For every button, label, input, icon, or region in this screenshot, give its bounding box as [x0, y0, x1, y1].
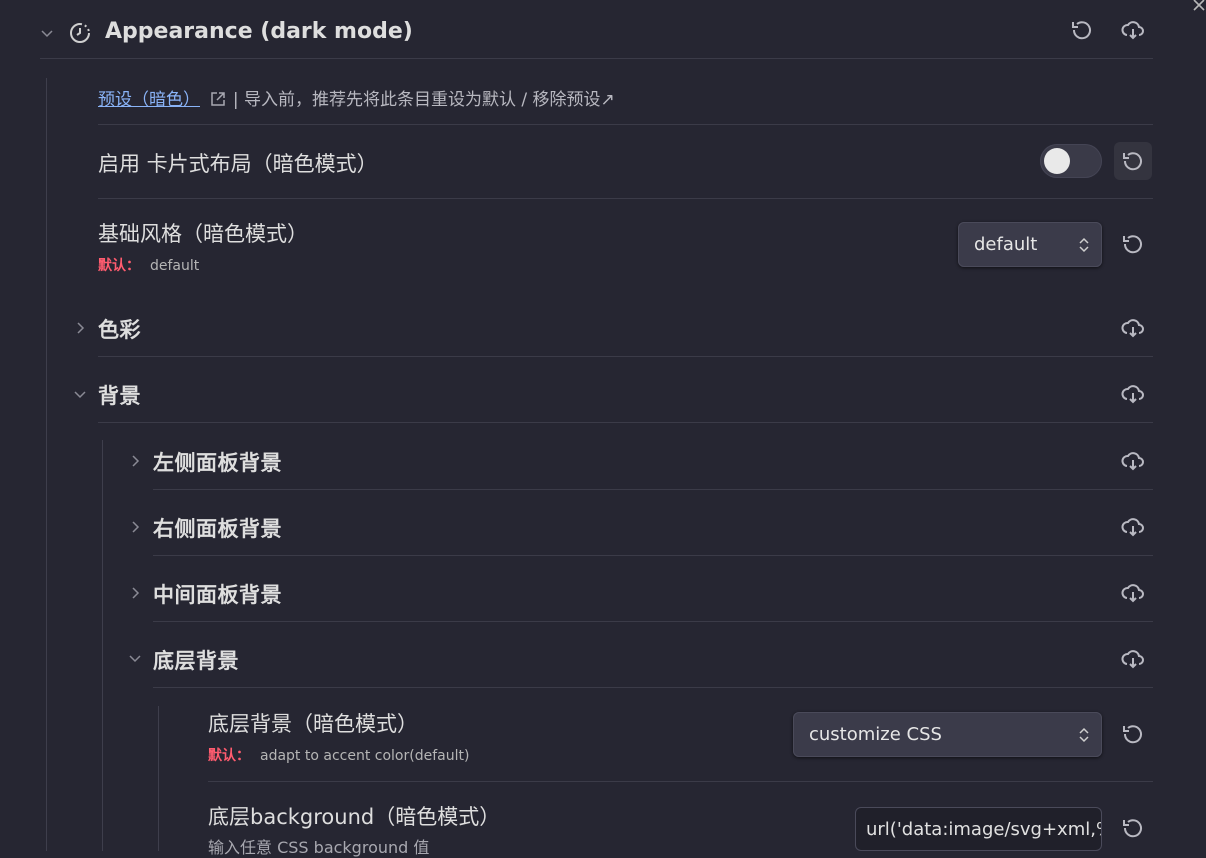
section-color[interactable]: 色彩 — [98, 314, 141, 344]
default-label: 默认： — [208, 748, 250, 764]
chevron-right-icon[interactable] — [73, 321, 87, 335]
presets-link[interactable]: 预设（暗色） — [98, 90, 200, 110]
bottom-bg-label: 底层背景（暗色模式） — [208, 712, 418, 736]
chevron-right-icon[interactable] — [128, 454, 142, 468]
divider — [153, 621, 1153, 622]
divider — [98, 198, 1153, 199]
cloud-download-icon[interactable] — [1117, 511, 1149, 543]
section-right-panel-bg[interactable]: 右侧面板背景 — [153, 513, 282, 543]
reset-icon[interactable] — [1114, 142, 1152, 180]
section-bottom-bg[interactable]: 底层背景 — [153, 645, 239, 675]
reset-icon[interactable] — [1117, 812, 1149, 844]
divider — [40, 58, 1153, 59]
base-style-select[interactable]: default — [958, 222, 1102, 267]
divider — [98, 422, 1153, 423]
external-link-icon — [211, 92, 226, 106]
base-style-label: 基础风格（暗色模式） — [98, 222, 308, 246]
divider — [98, 356, 1153, 357]
cloud-download-icon[interactable] — [1117, 577, 1149, 609]
section-background[interactable]: 背景 — [98, 380, 141, 410]
cloud-download-icon[interactable] — [1117, 14, 1149, 46]
toggle-knob — [1044, 148, 1070, 174]
close-icon[interactable] — [1192, 0, 1206, 14]
default-value: adapt to accent color(default) — [260, 748, 470, 764]
cloud-download-icon[interactable] — [1117, 312, 1149, 344]
divider — [208, 781, 1153, 782]
card-layout-label: 启用 卡片式布局（暗色模式） — [98, 152, 378, 176]
indent-guide — [158, 706, 159, 851]
divider — [153, 489, 1153, 490]
section-title: Appearance (dark mode) — [105, 19, 413, 44]
divider — [98, 124, 1153, 125]
cloud-download-icon[interactable] — [1117, 643, 1149, 675]
reset-icon[interactable] — [1066, 14, 1098, 46]
cloud-download-icon[interactable] — [1117, 445, 1149, 477]
reset-icon[interactable] — [1117, 718, 1149, 750]
card-layout-toggle[interactable] — [1040, 144, 1102, 178]
base-style-default: 默认： default — [98, 255, 199, 275]
section-middle-panel-bg[interactable]: 中间面板背景 — [153, 579, 282, 609]
chevron-down-icon[interactable] — [128, 652, 142, 666]
divider — [153, 555, 1153, 556]
bottom-bg-default: 默认： adapt to accent color(default) — [208, 745, 469, 765]
chevron-right-icon[interactable] — [128, 586, 142, 600]
indent-guide — [102, 440, 103, 851]
select-arrows-icon — [1079, 727, 1089, 742]
default-label: 默认： — [98, 258, 140, 274]
chevron-down-icon[interactable] — [73, 388, 87, 402]
theme-icon — [70, 23, 90, 43]
presets-description: | 导入前，推荐先将此条目重设为默认 / 移除预设↗ — [232, 90, 615, 110]
reset-icon[interactable] — [1117, 228, 1149, 260]
select-value: default — [974, 234, 1038, 255]
select-arrows-icon — [1079, 237, 1089, 252]
divider — [153, 687, 1153, 688]
input-value: url('data:image/svg+xml,% — [866, 818, 1102, 840]
presets-row: 预设（暗色） | 导入前，推荐先将此条目重设为默认 / 移除预设↗ — [98, 85, 615, 110]
cloud-download-icon[interactable] — [1117, 378, 1149, 410]
chevron-right-icon[interactable] — [128, 520, 142, 534]
bottom-bg-css-description: 输入任意 CSS background 值 — [208, 838, 430, 857]
bottom-bg-select[interactable]: customize CSS — [793, 712, 1102, 757]
indent-guide — [46, 78, 47, 851]
section-left-panel-bg[interactable]: 左侧面板背景 — [153, 447, 282, 477]
default-value: default — [150, 258, 200, 274]
bottom-bg-css-label: 底层background（暗色模式） — [208, 805, 501, 829]
chevron-down-icon[interactable] — [40, 27, 54, 41]
bottom-bg-css-input[interactable]: url('data:image/svg+xml,% — [855, 807, 1102, 851]
select-value: customize CSS — [809, 724, 942, 745]
